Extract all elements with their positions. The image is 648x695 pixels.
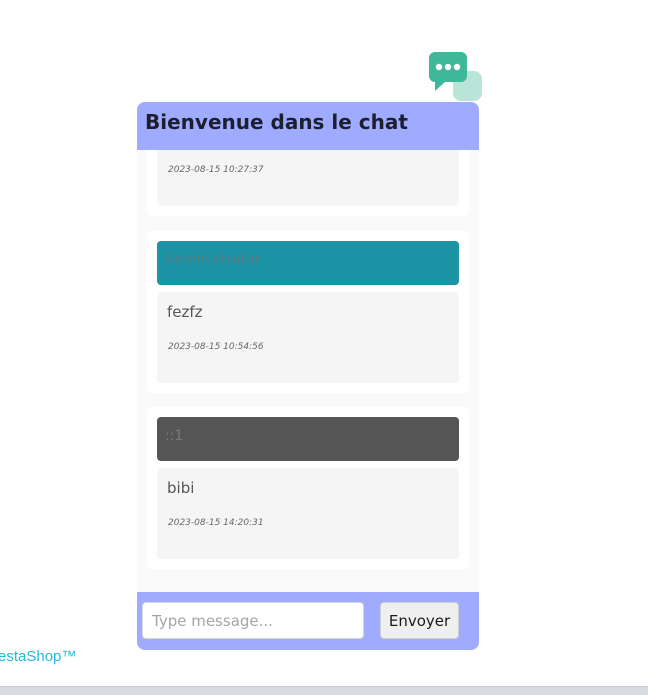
message-time: 2023-08-15 10:54:56: [168, 342, 264, 352]
message-input[interactable]: [142, 602, 364, 639]
chat-bubbles-icon[interactable]: [428, 51, 482, 103]
message-content: 2023-08-15 10:27:37: [157, 150, 459, 206]
chat-messages-area[interactable]: 2023-08-15 10:27:37 Administrator fezfz …: [137, 150, 479, 592]
message-card: ::1 bibi 2023-08-15 14:20:31: [147, 407, 469, 569]
message-text: fezfz: [167, 303, 203, 321]
page: estaShop™ Bienvenue dans le chat 2023-08…: [0, 0, 648, 695]
message-time: 2023-08-15 10:27:37: [168, 165, 264, 175]
message-card: 2023-08-15 10:27:37: [147, 150, 469, 216]
message-content: bibi 2023-08-15 14:20:31: [157, 468, 459, 559]
message-content: fezfz 2023-08-15 10:54:56: [157, 292, 459, 383]
send-button[interactable]: Envoyer: [380, 602, 459, 639]
message-author: ::1: [157, 417, 459, 461]
message-text: bibi: [167, 479, 195, 497]
message-author: Administrator: [157, 241, 459, 285]
chat-widget: Bienvenue dans le chat 2023-08-15 10:27:…: [137, 102, 479, 650]
bottom-scroll-strip: [0, 686, 648, 695]
message-time: 2023-08-15 14:20:31: [168, 518, 264, 528]
chat-title: Bienvenue dans le chat: [145, 110, 408, 134]
chat-header: Bienvenue dans le chat: [137, 102, 479, 150]
chat-footer: Envoyer: [137, 592, 479, 650]
message-card: Administrator fezfz 2023-08-15 10:54:56: [147, 231, 469, 393]
footer-brand-link[interactable]: estaShop™: [0, 648, 76, 665]
